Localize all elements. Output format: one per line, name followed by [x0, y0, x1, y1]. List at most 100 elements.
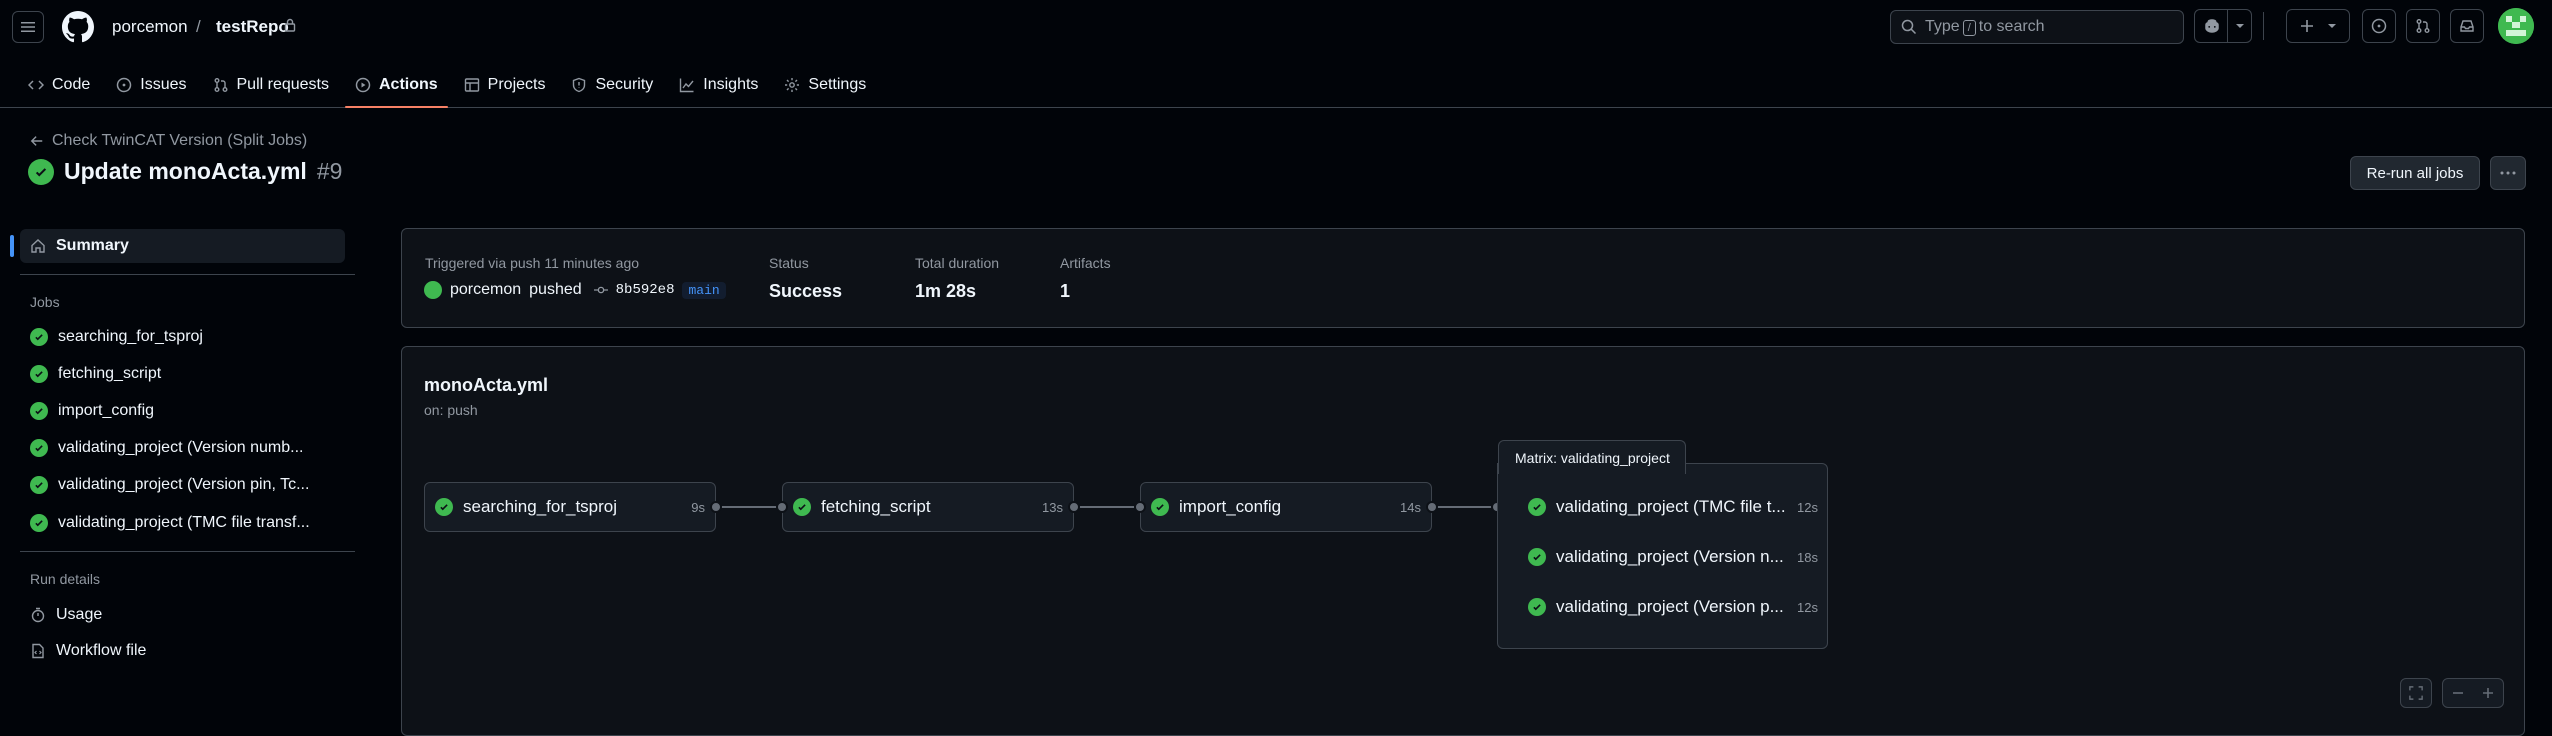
tab-issues[interactable]: Issues	[106, 67, 196, 103]
success-check-icon	[30, 514, 48, 532]
job-duration: 13s	[1042, 499, 1063, 515]
connector-dot	[1068, 501, 1080, 513]
success-check-icon	[30, 476, 48, 494]
actor-action: pushed	[529, 281, 582, 298]
job-node[interactable]: import_config 14s	[1140, 482, 1432, 532]
job-duration: 12s	[1797, 599, 1818, 615]
tab-settings[interactable]: Settings	[774, 67, 876, 103]
app-header: porcemon / testRepo Type / to search Code	[0, 0, 2552, 108]
success-check-icon	[30, 402, 48, 420]
artifacts-value[interactable]: 1	[1060, 281, 1070, 302]
tab-insights[interactable]: Insights	[669, 67, 768, 103]
trigger-text: Triggered via push 11 minutes ago	[425, 255, 640, 271]
menu-button[interactable]	[12, 11, 44, 43]
actor-name[interactable]: porcemon	[450, 281, 521, 299]
table-icon	[464, 78, 479, 92]
tab-actions[interactable]: Actions	[345, 67, 448, 108]
search-suffix: to search	[1978, 18, 2045, 35]
issues-button[interactable]	[2362, 9, 2396, 43]
job-duration: 12s	[1797, 499, 1818, 515]
sidebar-item-workflow-file[interactable]: Workflow file	[20, 634, 345, 668]
issue-icon	[117, 77, 132, 93]
hamburger-icon	[21, 22, 35, 32]
run-title: Update monoActa.yml	[64, 158, 307, 184]
screen-full-icon	[2409, 686, 2423, 700]
branch-badge[interactable]: main	[682, 281, 726, 299]
success-check-icon	[435, 498, 453, 516]
matrix-job-item[interactable]: validating_project (Version p... 12s	[1528, 597, 1818, 617]
sidebar-job-item[interactable]: import_config	[20, 394, 345, 428]
chevron-down-icon	[2328, 24, 2336, 28]
arrow-left-icon	[30, 136, 43, 146]
inbox-icon	[2460, 20, 2474, 32]
success-check-icon	[1528, 548, 1546, 566]
sidebar-job-item[interactable]: fetching_script	[20, 357, 345, 391]
github-logo-icon[interactable]	[62, 11, 94, 43]
copilot-dropdown-icon[interactable]	[2227, 10, 2251, 42]
connector-dot	[776, 501, 788, 513]
sidebar-job-label: fetching_script	[58, 365, 162, 382]
tab-pull-requests[interactable]: Pull requests	[203, 67, 340, 103]
status-label: Status	[769, 255, 809, 271]
pull-request-icon	[214, 78, 227, 92]
job-node[interactable]: fetching_script 13s	[782, 482, 1074, 532]
breadcrumb-owner[interactable]: porcemon	[112, 17, 188, 37]
tab-code[interactable]: Code	[18, 67, 100, 103]
job-connector	[1074, 506, 1140, 508]
more-options-button[interactable]	[2490, 156, 2526, 190]
create-new-button[interactable]	[2286, 9, 2350, 43]
zoom-out-icon[interactable]	[2443, 687, 2473, 699]
sidebar-run-details-heading: Run details	[30, 571, 101, 587]
copilot-button[interactable]	[2194, 9, 2252, 43]
pull-requests-button[interactable]	[2406, 9, 2440, 43]
job-name: validating_project (Version p...	[1556, 597, 1784, 616]
play-icon	[355, 77, 371, 93]
inbox-button[interactable]	[2450, 9, 2484, 43]
rerun-all-jobs-button[interactable]: Re-run all jobs	[2350, 156, 2480, 190]
status-value: Success	[769, 281, 843, 301]
tab-label: Security	[595, 76, 654, 93]
sidebar-job-item[interactable]: validating_project (Version pin, Tc...	[20, 468, 345, 502]
job-connector	[1432, 506, 1497, 508]
sidebar-job-item[interactable]: validating_project (TMC file transf...	[20, 506, 345, 540]
sidebar-job-label: import_config	[58, 402, 155, 419]
success-check-icon	[30, 439, 48, 457]
avatar[interactable]	[2498, 8, 2534, 44]
workflow-file-name: monoActa.yml	[424, 375, 549, 395]
sidebar-item-summary[interactable]: Summary	[10, 229, 345, 263]
sidebar-item-label: Workflow file	[56, 642, 147, 659]
tab-label: Code	[52, 76, 91, 93]
breadcrumb-repo[interactable]: testRepo	[216, 17, 289, 37]
tab-label: Issues	[140, 76, 187, 93]
matrix-job-item[interactable]: validating_project (Version n... 18s	[1528, 547, 1818, 567]
code-icon	[28, 80, 44, 90]
lock-icon	[284, 18, 296, 32]
back-to-workflow-link[interactable]: Check TwinCAT Version (Split Jobs)	[30, 132, 307, 150]
job-connector	[716, 506, 782, 508]
tab-label: Projects	[487, 76, 546, 93]
search-input[interactable]: Type / to search	[1890, 10, 2184, 44]
commit-sha[interactable]: 8b592e8	[616, 282, 675, 298]
sidebar-item-label: Summary	[56, 237, 129, 254]
success-check-icon	[1151, 498, 1169, 516]
tab-projects[interactable]: Projects	[454, 67, 556, 103]
zoom-in-icon[interactable]	[2473, 687, 2503, 699]
sidebar-job-item[interactable]: validating_project (Version numb...	[20, 431, 345, 465]
tab-security[interactable]: Security	[561, 67, 663, 103]
matrix-job-item[interactable]: validating_project (TMC file t... 12s	[1528, 497, 1818, 517]
file-code-icon	[32, 643, 44, 659]
matrix-label: Matrix: validating_project	[1498, 440, 1686, 474]
connector-dot	[1134, 501, 1146, 513]
fullscreen-button[interactable]	[2400, 678, 2432, 708]
sidebar-job-label: searching_for_tsproj	[58, 328, 203, 345]
sidebar-item-usage[interactable]: Usage	[20, 598, 345, 632]
home-icon	[31, 239, 45, 253]
copilot-icon	[2205, 19, 2219, 33]
job-node[interactable]: searching_for_tsproj 9s	[424, 482, 716, 532]
zoom-controls	[2442, 678, 2504, 708]
sidebar-job-label: validating_project (Version numb...	[58, 439, 304, 456]
sidebar-job-item[interactable]: searching_for_tsproj	[20, 320, 345, 354]
sidebar-jobs-heading: Jobs	[30, 294, 60, 310]
sidebar-divider	[20, 274, 355, 275]
sidebar-job-label: validating_project (Version pin, Tc...	[58, 476, 310, 493]
